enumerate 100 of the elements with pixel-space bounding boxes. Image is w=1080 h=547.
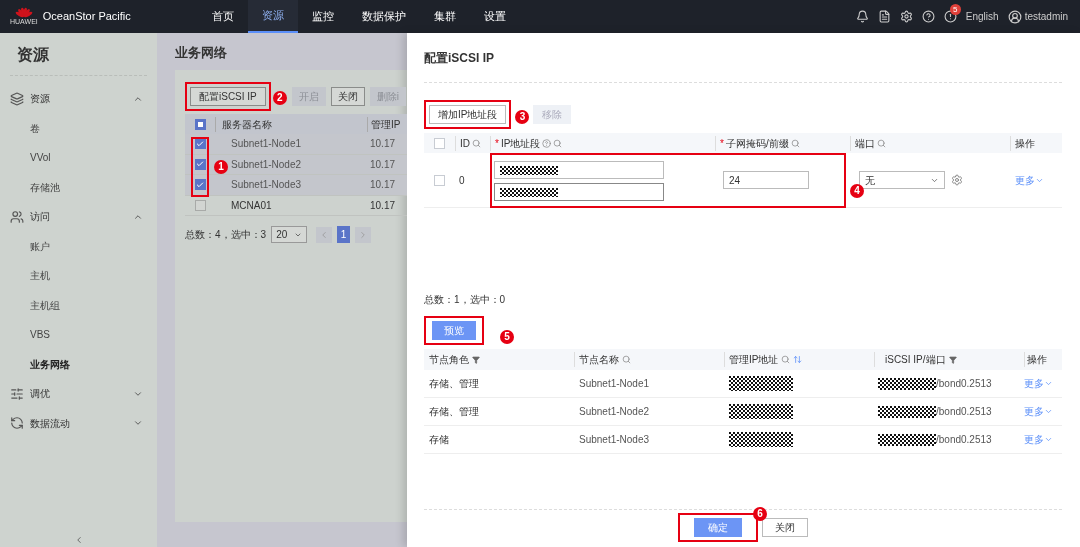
document-icon[interactable] xyxy=(877,10,891,23)
action-button[interactable]: 增加IP地址段 xyxy=(429,104,507,124)
sidebar-item[interactable]: 主机 xyxy=(0,261,157,291)
table-cell-text: /bond0.2513 xyxy=(936,433,992,447)
ip-end-field[interactable] xyxy=(494,183,664,201)
page-button[interactable]: 1 xyxy=(337,226,351,243)
table-cell-text: 10.17 xyxy=(369,178,396,193)
sidebar-group[interactable]: 调优 xyxy=(0,379,157,409)
table-cell-text: Subnet1-Node1 xyxy=(578,377,651,391)
selection-summary: 总数：4，选中：3 xyxy=(185,228,267,242)
redaction-mask xyxy=(500,165,558,175)
column-header: 服务器名称 xyxy=(215,116,367,132)
avatar-icon[interactable] xyxy=(1007,9,1022,24)
column-header: iSCSI IP/端口 xyxy=(885,353,946,367)
toolbar-button[interactable]: 配置iSCSI IP xyxy=(190,87,266,106)
checkbox[interactable] xyxy=(194,199,206,211)
help-icon[interactable] xyxy=(921,10,935,23)
redaction-mask xyxy=(878,405,936,418)
search-icon[interactable] xyxy=(553,138,563,148)
required-mark: * xyxy=(495,136,499,151)
table-cell-text: 存储、管理 xyxy=(428,377,480,391)
table-cell-text: Subnet1-Node2 xyxy=(578,405,651,419)
sidebar-title: 资源 xyxy=(17,46,49,63)
caret-icon xyxy=(1044,379,1053,388)
search-icon[interactable] xyxy=(781,355,791,364)
sidebar-group[interactable]: 资源 xyxy=(0,84,157,114)
table-cell-text: 10.17 xyxy=(369,137,396,152)
table-cell-text: /bond0.2513 xyxy=(936,377,992,391)
redaction-mask xyxy=(729,404,793,419)
annotation-badge: 5 xyxy=(500,330,514,344)
checkbox[interactable] xyxy=(194,179,206,191)
redaction-mask xyxy=(878,433,936,446)
close-button[interactable]: 关闭 xyxy=(762,518,808,537)
redaction-mask xyxy=(878,377,936,390)
search-icon[interactable] xyxy=(877,138,886,148)
mask-field[interactable]: 24 xyxy=(723,171,809,189)
table-cell-text: 10.17 xyxy=(369,198,396,213)
page-size-select[interactable]: 20 xyxy=(271,226,308,243)
settings-icon[interactable] xyxy=(899,10,913,23)
layers-icon xyxy=(10,91,24,106)
checkbox[interactable] xyxy=(194,118,206,130)
nav-tab[interactable]: 设置 xyxy=(470,0,520,33)
table-cell-text: 0 xyxy=(458,173,466,188)
column-header: 端口 xyxy=(855,136,875,151)
language-link[interactable]: English xyxy=(965,9,999,24)
nav-tab[interactable]: 监控 xyxy=(298,0,348,33)
column-header: 节点名称 xyxy=(579,353,619,367)
column-header: ID xyxy=(460,136,470,151)
nav-tab[interactable]: 首页 xyxy=(198,0,248,33)
sidebar-group[interactable]: 访问 xyxy=(0,202,157,232)
ip-start-field[interactable] xyxy=(494,161,664,179)
table-cell-text: /bond0.2513 xyxy=(936,405,992,419)
redaction-mask xyxy=(500,187,558,197)
checkbox[interactable] xyxy=(434,174,445,186)
column-header: 操作 xyxy=(1027,353,1047,367)
table-cell-text: Subnet1-Node2 xyxy=(231,157,302,172)
nav-tab[interactable]: 数据保护 xyxy=(348,0,420,33)
column-header: 节点角色 xyxy=(429,353,469,367)
toolbar-button[interactable]: 关闭 xyxy=(330,87,365,106)
sidebar-item[interactable]: 卷 xyxy=(0,113,157,143)
sidebar-item[interactable]: 业务网络 xyxy=(0,349,157,379)
sort-icon[interactable] xyxy=(793,355,803,364)
search-icon[interactable] xyxy=(622,355,631,364)
table-cell-text: Subnet1-Node1 xyxy=(231,137,302,152)
brand-name: OceanStor Pacific xyxy=(42,9,131,25)
annotation-badge: 6 xyxy=(753,507,767,521)
sidebar-item[interactable]: VBS xyxy=(0,320,157,350)
drawer-title: 配置iSCSI IP xyxy=(424,49,494,67)
filter-icon[interactable] xyxy=(472,355,480,364)
caret-icon xyxy=(1044,435,1053,444)
sidebar-item[interactable]: 主机组 xyxy=(0,290,157,320)
sidebar-item[interactable]: VVol xyxy=(0,143,157,173)
sidebar-item[interactable]: 存储池 xyxy=(0,172,157,202)
sidebar-item[interactable]: 账户 xyxy=(0,231,157,261)
nav-tab[interactable]: 集群 xyxy=(420,0,470,33)
port-select[interactable]: 无 xyxy=(859,171,945,189)
checkbox[interactable] xyxy=(194,138,206,150)
column-header: IP地址段 xyxy=(500,136,541,151)
redaction-mask xyxy=(729,376,793,391)
nav-tab[interactable]: 资源 xyxy=(248,0,298,33)
search-icon[interactable] xyxy=(790,138,800,148)
bell-icon[interactable] xyxy=(855,10,869,23)
annotation-badge: 3 xyxy=(515,109,530,124)
flower-logo-icon xyxy=(14,7,33,18)
cycle-icon xyxy=(10,416,24,431)
checkbox[interactable] xyxy=(434,137,445,149)
user-name[interactable]: testadmin xyxy=(1024,9,1068,24)
checkbox[interactable] xyxy=(194,158,206,170)
selection-summary: 总数：1，选中：0 xyxy=(424,293,507,307)
table-cell-text: MCNA01 xyxy=(231,198,272,213)
search-icon[interactable] xyxy=(472,138,481,148)
column-header: 操作 xyxy=(1015,136,1035,151)
alert-icon[interactable] xyxy=(943,10,957,23)
filter-icon[interactable] xyxy=(948,355,957,364)
table-cell-text: 10.17 xyxy=(369,157,396,172)
table-cell-text: 存储、管理 xyxy=(428,405,480,419)
table-cell-text: 存储 xyxy=(428,433,450,447)
table-cell-text: Subnet1-Node3 xyxy=(231,178,302,193)
annotation-frame xyxy=(191,137,209,197)
sidebar-group[interactable]: 数据流动 xyxy=(0,408,157,438)
